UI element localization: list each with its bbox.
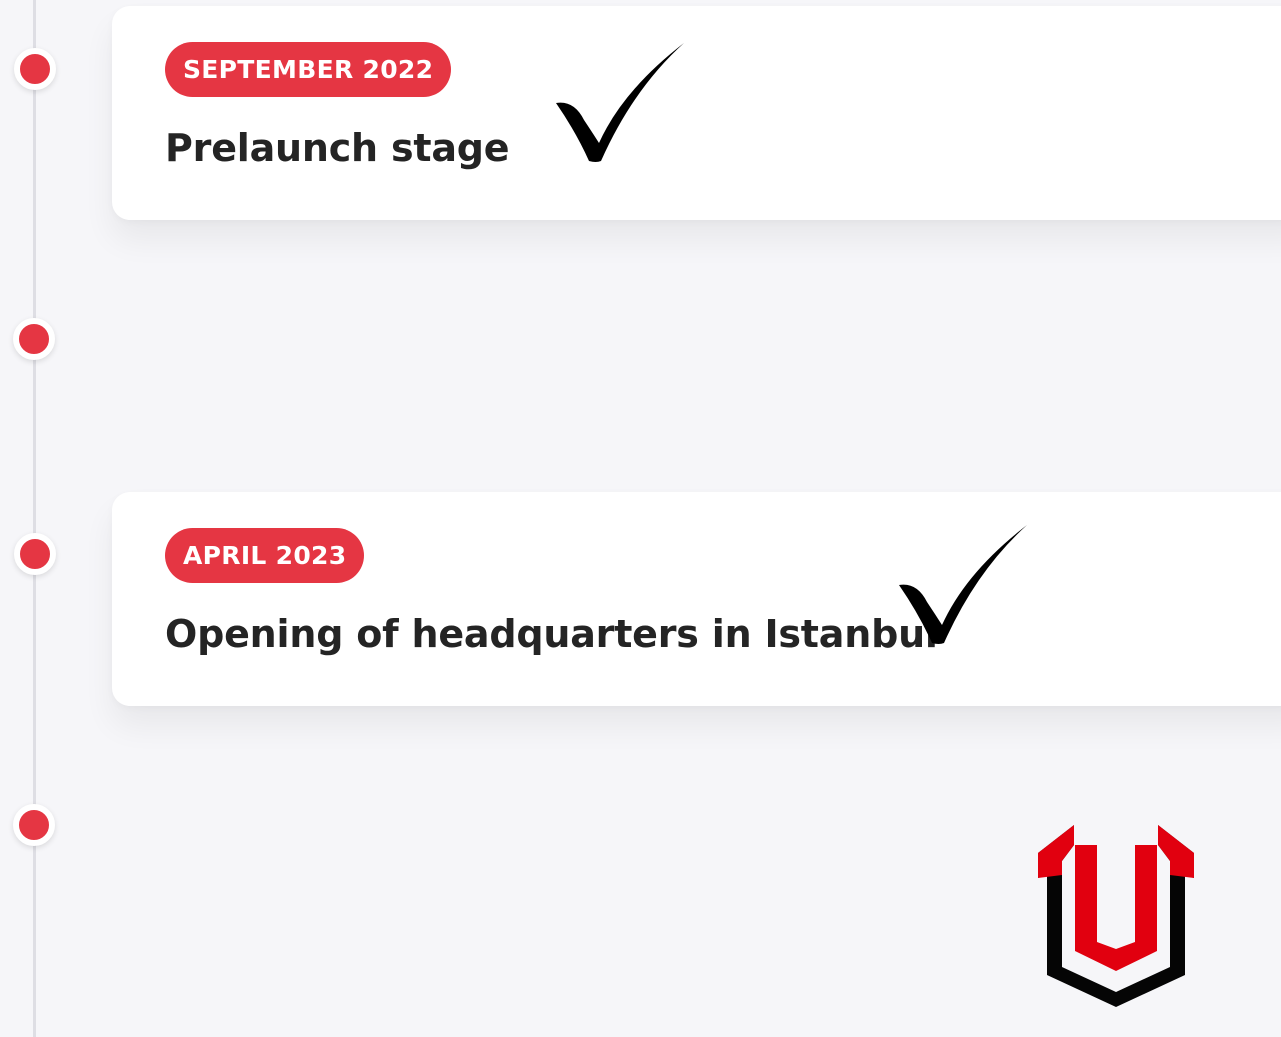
date-badge: APRIL 2023	[165, 528, 365, 583]
milestone-title: Opening of headquarters in Istanbul	[165, 612, 938, 656]
checkmark-icon	[899, 525, 1027, 644]
timeline-card-april-2023: APRIL 2023 Opening of headquarters in Is…	[112, 492, 1281, 706]
milestone-title: Prelaunch stage	[165, 126, 510, 170]
timeline-dot	[13, 804, 55, 846]
timeline-dot	[13, 318, 55, 360]
timeline-line	[33, 0, 36, 1037]
brand-logo	[1038, 825, 1194, 1007]
checkmark-icon	[556, 43, 684, 162]
timeline-card-september-2022: SEPTEMBER 2022 Prelaunch stage	[112, 6, 1281, 220]
timeline-dot	[14, 533, 56, 575]
timeline-dot	[14, 48, 56, 90]
date-badge: SEPTEMBER 2022	[165, 42, 452, 97]
